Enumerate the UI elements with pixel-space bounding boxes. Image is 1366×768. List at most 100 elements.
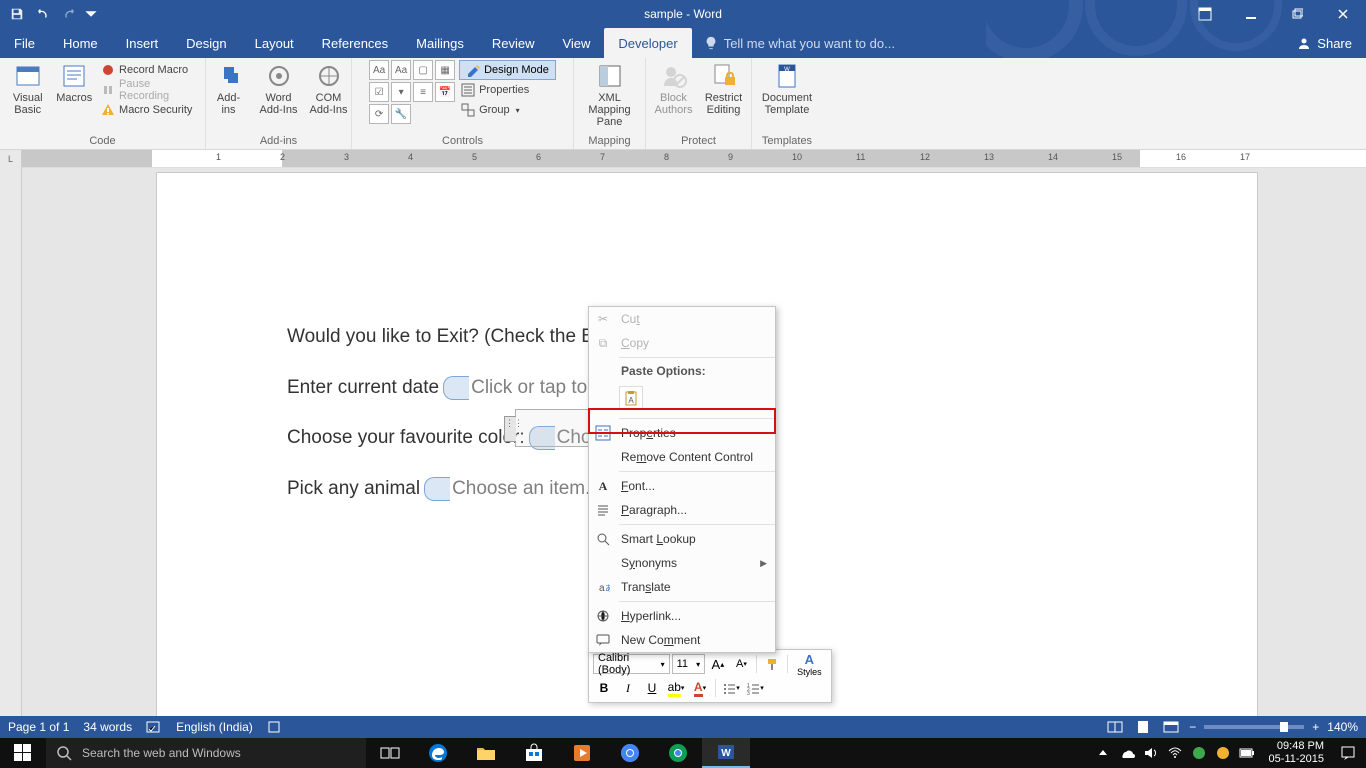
restrict-editing-button[interactable]: Restrict Editing <box>701 60 747 118</box>
tab-references[interactable]: References <box>308 28 402 58</box>
record-macro-button[interactable]: Record Macro <box>99 60 199 80</box>
view-print-layout[interactable] <box>1133 718 1153 736</box>
tab-mailings[interactable]: Mailings <box>402 28 478 58</box>
taskbar-edge[interactable] <box>414 738 462 768</box>
ctx-remove-content-control[interactable]: Remove Content Control <box>589 445 775 469</box>
view-web-layout[interactable] <box>1161 718 1181 736</box>
status-spellcheck-icon[interactable] <box>146 720 162 734</box>
tab-design[interactable]: Design <box>172 28 240 58</box>
combo-box-control[interactable]: ▾ <box>391 82 411 102</box>
ribbon-display-options-button[interactable] <box>1182 0 1228 28</box>
status-page[interactable]: Page 1 of 1 <box>8 720 69 734</box>
taskbar-media-player[interactable] <box>558 738 606 768</box>
save-button[interactable] <box>6 3 28 25</box>
content-control-handle[interactable] <box>504 416 516 442</box>
addins-button[interactable]: Add- ins <box>206 60 252 118</box>
ctx-hyperlink[interactable]: Hyperlink... <box>589 604 775 628</box>
repeating-section-control[interactable]: ⟳ <box>369 104 389 124</box>
plain-text-control[interactable]: Aa <box>391 60 411 80</box>
date-picker-control[interactable]: 📅 <box>435 82 455 102</box>
macros-button[interactable]: Macros <box>53 60 95 106</box>
qat-customize-button[interactable] <box>84 3 98 25</box>
tray-wifi-icon[interactable] <box>1167 745 1183 761</box>
mini-font-size[interactable]: 11▾ <box>672 654 706 674</box>
tray-notifications-icon[interactable] <box>1338 745 1358 761</box>
taskbar-search[interactable]: Search the web and Windows <box>46 738 366 768</box>
zoom-slider[interactable] <box>1204 725 1304 729</box>
tray-app-1[interactable] <box>1191 745 1207 761</box>
legacy-tools-control[interactable]: 🔧 <box>391 104 411 124</box>
tray-app-2[interactable] <box>1215 745 1231 761</box>
taskbar-word[interactable]: W <box>702 738 750 768</box>
document-template-button[interactable]: WDocument Template <box>757 60 817 118</box>
mini-highlight[interactable]: ab▾ <box>665 678 687 698</box>
mini-bullets[interactable]: ▾ <box>720 678 742 698</box>
taskbar-file-explorer[interactable] <box>462 738 510 768</box>
redo-button[interactable] <box>58 3 80 25</box>
mini-italic[interactable]: I <box>617 678 639 698</box>
date-content-control[interactable]: Click or tap to e <box>443 374 605 402</box>
task-view-button[interactable] <box>366 738 414 768</box>
building-block-control[interactable]: ▦ <box>435 60 455 80</box>
tray-onedrive-icon[interactable] <box>1119 745 1135 761</box>
picture-control[interactable]: ▢ <box>413 60 433 80</box>
ctx-synonyms[interactable]: Synonyms▶ <box>589 551 775 575</box>
mini-format-painter[interactable] <box>761 654 783 674</box>
taskbar-chrome-1[interactable] <box>606 738 654 768</box>
start-button[interactable] <box>0 738 46 768</box>
tab-view[interactable]: View <box>548 28 604 58</box>
xml-mapping-pane-button[interactable]: XML Mapping Pane <box>578 60 642 130</box>
dropdown-list-control[interactable]: ≡ <box>413 82 433 102</box>
ctx-new-comment[interactable]: New Comment <box>589 628 775 652</box>
mini-grow-font[interactable]: A▴ <box>707 654 729 674</box>
mini-bold[interactable]: B <box>593 678 615 698</box>
restore-button[interactable] <box>1274 0 1320 28</box>
tray-show-hidden[interactable] <box>1095 745 1111 761</box>
word-addins-button[interactable]: Word Add-Ins <box>256 60 302 118</box>
ctx-properties[interactable]: Properties <box>589 421 775 445</box>
close-button[interactable] <box>1320 0 1366 28</box>
ctx-translate[interactable]: aあTranslate <box>589 575 775 599</box>
tab-layout[interactable]: Layout <box>241 28 308 58</box>
mini-font-color[interactable]: A▾ <box>689 678 711 698</box>
tray-volume-icon[interactable] <box>1143 745 1159 761</box>
vertical-ruler[interactable] <box>0 168 22 716</box>
mini-styles[interactable]: AStyles <box>792 654 827 674</box>
tray-battery-icon[interactable] <box>1239 745 1255 761</box>
minimize-button[interactable] <box>1228 0 1274 28</box>
ctx-smart-lookup[interactable]: Smart Lookup <box>589 527 775 551</box>
ctx-paragraph[interactable]: Paragraph... <box>589 498 775 522</box>
visual-basic-button[interactable]: Visual Basic <box>6 60 49 118</box>
tab-insert[interactable]: Insert <box>112 28 173 58</box>
design-mode-button[interactable]: Design Mode <box>459 60 556 80</box>
mini-underline[interactable]: U <box>641 678 663 698</box>
horizontal-ruler[interactable]: 1 2 3 4 5 6 7 8 9 10 11 12 13 14 15 16 1… <box>22 150 1366 168</box>
tab-file[interactable]: File <box>0 28 49 58</box>
taskbar-store[interactable] <box>510 738 558 768</box>
macro-security-button[interactable]: Macro Security <box>99 100 199 120</box>
zoom-in-button[interactable]: + <box>1312 720 1319 734</box>
tab-home[interactable]: Home <box>49 28 112 58</box>
status-language[interactable]: English (India) <box>176 720 253 734</box>
status-words[interactable]: 34 words <box>83 720 132 734</box>
zoom-level[interactable]: 140% <box>1327 720 1358 734</box>
rich-text-control[interactable]: Aa <box>369 60 389 80</box>
zoom-out-button[interactable]: − <box>1189 720 1196 734</box>
mini-font-name[interactable]: Calibri (Body)▾ <box>593 654 670 674</box>
ctx-font[interactable]: AFont... <box>589 474 775 498</box>
tell-me-search[interactable]: Tell me what you want to do... <box>692 28 907 58</box>
tab-review[interactable]: Review <box>478 28 549 58</box>
mini-shrink-font[interactable]: A▾ <box>731 654 753 674</box>
checkbox-control[interactable]: ☑ <box>369 82 389 102</box>
undo-button[interactable] <box>32 3 54 25</box>
taskbar-clock[interactable]: 09:48 PM 05-11-2015 <box>1263 740 1330 766</box>
tab-developer[interactable]: Developer <box>604 28 691 58</box>
share-button[interactable]: Share <box>1283 28 1366 58</box>
taskbar-chrome-2[interactable] <box>654 738 702 768</box>
paste-keep-text-button[interactable]: A <box>619 386 643 410</box>
group-button[interactable]: Group▾ <box>459 100 556 120</box>
com-addins-button[interactable]: COM Add-Ins <box>306 60 352 118</box>
view-read-mode[interactable] <box>1105 718 1125 736</box>
mini-numbering[interactable]: 123▾ <box>744 678 766 698</box>
properties-button[interactable]: Properties <box>459 80 556 100</box>
